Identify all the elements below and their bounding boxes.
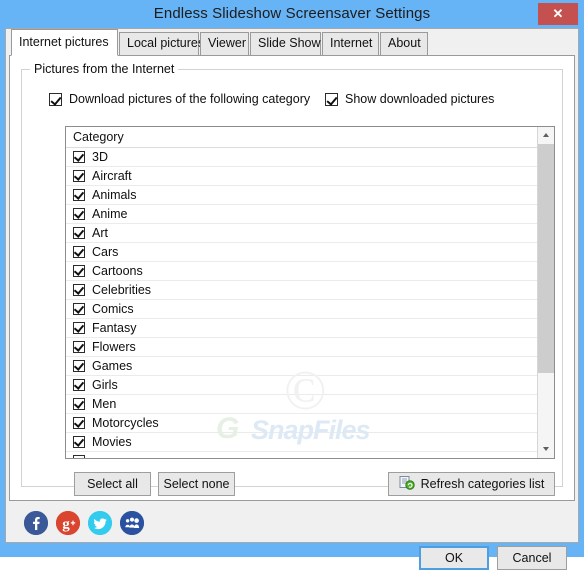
cancel-button[interactable]: Cancel (497, 546, 567, 570)
category-checkbox[interactable] (73, 322, 85, 334)
bottom-bar: g (6, 503, 578, 542)
scroll-up-icon[interactable] (538, 127, 554, 144)
google-plus-icon[interactable]: g (56, 511, 80, 535)
scroll-down-icon[interactable] (538, 441, 554, 458)
svg-text:g: g (62, 517, 70, 533)
category-label: Animals (92, 188, 137, 202)
table-row[interactable]: Anime (66, 205, 537, 224)
table-row[interactable]: Flowers (66, 338, 537, 357)
table-row[interactable]: Animals (66, 186, 537, 205)
client-area: Internet pictures Local pictures Viewer … (5, 28, 579, 570)
twitter-icon[interactable] (88, 511, 112, 535)
table-row[interactable]: Celebrities (66, 281, 537, 300)
table-row[interactable]: Cartoons (66, 262, 537, 281)
tab-strip: Internet pictures Local pictures Viewer … (6, 29, 578, 56)
window-title: Endless Slideshow Screensaver Settings (153, 5, 431, 22)
refresh-categories-label: Refresh categories list (420, 477, 545, 491)
pictures-from-internet-group: Pictures from the Internet Download pict… (21, 62, 563, 496)
select-all-button[interactable]: Select all (74, 472, 151, 496)
table-row[interactable]: Comics (66, 300, 537, 319)
category-checkbox[interactable] (73, 265, 85, 277)
category-label: Comics (92, 302, 134, 316)
category-label: Movies (92, 435, 132, 449)
category-checkbox[interactable] (73, 284, 85, 296)
select-none-button[interactable]: Select none (158, 472, 235, 496)
download-category-label: Download pictures of the following categ… (69, 92, 311, 106)
facebook-icon[interactable] (24, 511, 48, 535)
listview-scrollbar[interactable] (537, 127, 554, 458)
tab-viewer[interactable]: Viewer (200, 32, 249, 55)
category-checkbox[interactable] (73, 246, 85, 258)
listview-header: Category (66, 127, 537, 148)
table-row[interactable]: Games (66, 357, 537, 376)
category-label: Girls (92, 378, 118, 392)
category-checkbox[interactable] (73, 436, 85, 448)
category-label: Men (92, 397, 117, 411)
category-checkbox[interactable] (73, 208, 85, 220)
download-category-checkbox-row[interactable]: Download pictures of the following categ… (49, 92, 310, 106)
category-label: Motorcycles (92, 416, 159, 430)
table-row[interactable]: Girls (66, 376, 537, 395)
category-checkbox[interactable] (73, 341, 85, 353)
close-icon[interactable]: ✕ (538, 3, 578, 25)
category-label: Aircraft (92, 169, 132, 183)
category-checkbox[interactable] (73, 379, 85, 391)
category-label: Cartoons (92, 264, 143, 278)
scrollbar-thumb[interactable] (538, 144, 554, 373)
category-checkbox[interactable] (73, 417, 85, 429)
tab-about[interactable]: About (380, 32, 428, 55)
show-downloaded-checkbox[interactable] (325, 92, 338, 106)
listview-body[interactable]: 3D Aircraft Animals Anime Art Cars Cartoons Cel… (66, 148, 537, 458)
column-header-category: Category (73, 130, 124, 144)
table-row[interactable] (66, 452, 537, 458)
table-row[interactable]: Cars (66, 243, 537, 262)
category-checkbox[interactable] (73, 151, 85, 163)
ok-button[interactable]: OK (419, 546, 489, 570)
show-downloaded-label: Show downloaded pictures (345, 92, 495, 106)
category-label: Flowers (92, 340, 136, 354)
refresh-icon (399, 475, 415, 493)
tab-slide-show[interactable]: Slide Show (250, 32, 321, 55)
category-checkbox[interactable] (73, 227, 85, 239)
table-row[interactable]: Art (66, 224, 537, 243)
category-listview: Category 3D Aircraft Animals Anime Art Cars Ca… (65, 126, 555, 459)
table-row[interactable]: Aircraft (66, 167, 537, 186)
category-checkbox[interactable] (73, 398, 85, 410)
settings-window: Endless Slideshow Screensaver Settings ✕… (0, 0, 584, 570)
category-label: Fantasy (92, 321, 137, 335)
group-title: Pictures from the Internet (30, 62, 179, 76)
table-row[interactable]: Motorcycles (66, 414, 537, 433)
category-label: Anime (92, 207, 128, 221)
table-row[interactable]: Movies (66, 433, 537, 452)
title-bar: Endless Slideshow Screensaver Settings ✕ (0, 0, 584, 28)
tab-internet-pictures[interactable]: Internet pictures (11, 29, 118, 56)
category-checkbox[interactable] (73, 170, 85, 182)
category-label: Games (92, 359, 133, 373)
table-row[interactable]: Men (66, 395, 537, 414)
tab-local-pictures[interactable]: Local pictures (119, 32, 204, 55)
table-row[interactable]: 3D (66, 148, 537, 167)
category-label: 3D (92, 150, 108, 164)
category-label: Art (92, 226, 108, 240)
download-category-checkbox[interactable] (49, 92, 62, 106)
show-downloaded-checkbox-row[interactable]: Show downloaded pictures (325, 92, 494, 106)
category-checkbox[interactable] (73, 455, 85, 458)
category-label: Celebrities (92, 283, 152, 297)
category-checkbox[interactable] (73, 360, 85, 372)
category-checkbox[interactable] (73, 189, 85, 201)
tab-internet[interactable]: Internet (322, 32, 379, 55)
tab-page-internet-pictures: Pictures from the Internet Download pict… (9, 55, 575, 501)
category-checkbox[interactable] (73, 303, 85, 315)
category-label: Cars (92, 245, 119, 259)
table-row[interactable]: Fantasy (66, 319, 537, 338)
refresh-categories-button[interactable]: Refresh categories list (388, 472, 555, 496)
myspace-icon[interactable] (120, 511, 144, 535)
